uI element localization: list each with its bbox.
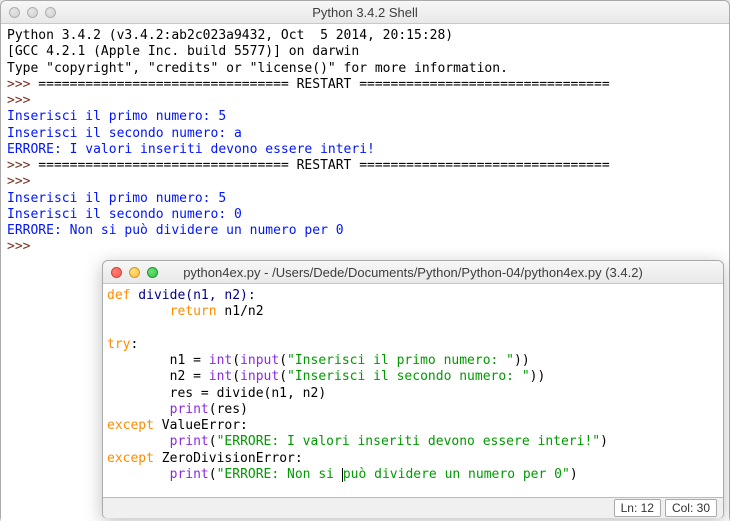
string-literal: può dividere un numero per 0" [343,467,570,482]
close-icon[interactable] [9,7,20,18]
close-parens: )) [514,353,530,368]
open-paren: ( [209,467,217,482]
kw-except: except [107,418,154,433]
shell-prompt: >>> [7,174,30,189]
shell-line: Inserisci il secondo numero: 0 [7,207,242,222]
editor-statusbar: Ln: 12 Col: 30 [103,497,723,518]
shell-prompt-space [30,174,38,189]
shell-prompt: >>> [7,158,30,173]
shell-prompt-space [30,239,38,254]
kw-try: try [107,337,130,352]
editor-traffic-lights [103,267,158,278]
shell-line: Inserisci il primo numero: 5 [7,109,226,124]
open-paren: ( [279,353,287,368]
open-paren: ( [232,369,240,384]
string-literal: "Inserisci il secondo numero: " [287,369,530,384]
n2-lhs: n2 = [107,369,209,384]
close-paren: ) [570,467,578,482]
status-line: Ln: 12 [614,499,661,517]
builtin-int: int [209,353,232,368]
shell-title: Python 3.4.2 Shell [1,5,729,20]
exception-name: ValueError: [154,418,248,433]
open-paren: ( [232,353,240,368]
editor-content[interactable]: def divide(n1, n2): return n1/n2 try: n1… [103,284,723,497]
shell-line: Inserisci il primo numero: 5 [7,191,226,206]
string-literal: "ERRORE: I valori inseriti devono essere… [217,434,601,449]
print-arg: res) [217,402,248,417]
shell-error-line: ERRORE: I valori inseriti devono essere … [7,142,375,157]
zoom-icon[interactable] [147,267,158,278]
close-paren: ) [600,434,608,449]
idle-editor-window: python4ex.py - /Users/Dede/Documents/Pyt… [102,260,724,518]
colon: : [130,337,138,352]
shell-prompt-space [30,93,38,108]
editor-titlebar[interactable]: python4ex.py - /Users/Dede/Documents/Pyt… [103,261,723,284]
shell-version-line: Python 3.4.2 (v3.4.2:ab2c023a9432, Oct 5… [7,28,453,43]
return-expr: n1/n2 [217,304,264,319]
kw-def: def [107,288,130,303]
shell-prompt: >>> [7,93,30,108]
builtin-print: print [170,434,209,449]
minimize-icon[interactable] [27,7,38,18]
open-paren: ( [209,434,217,449]
string-literal: "Inserisci il primo numero: " [287,353,514,368]
builtin-int: int [209,369,232,384]
shell-prompt: >>> [7,77,30,92]
minimize-icon[interactable] [129,267,140,278]
kw-except: except [107,451,154,466]
shell-restart-2: ================================ RESTART… [30,158,609,173]
shell-titlebar[interactable]: Python 3.4.2 Shell [1,1,729,24]
status-col: Col: 30 [665,499,717,517]
shell-help-line: Type "copyright", "credits" or "license(… [7,61,508,76]
close-icon[interactable] [111,267,122,278]
builtin-input: input [240,353,279,368]
shell-traffic-lights [1,7,56,18]
exception-name: ZeroDivisionError: [154,451,303,466]
editor-title: python4ex.py - /Users/Dede/Documents/Pyt… [103,265,723,280]
string-literal: "ERRORE: Non si [217,467,342,482]
builtin-print: print [170,402,209,417]
shell-restart-1: ================================ RESTART… [30,77,609,92]
builtin-input: input [240,369,279,384]
zoom-icon[interactable] [45,7,56,18]
shell-error-line: ERRORE: Non si può dividere un numero pe… [7,223,344,238]
kw-return: return [170,304,217,319]
n1-lhs: n1 = [107,353,209,368]
open-paren: ( [279,369,287,384]
shell-gcc-line: [GCC 4.2.1 (Apple Inc. build 5577)] on d… [7,44,359,59]
builtin-print: print [170,467,209,482]
shell-prompt: >>> [7,239,30,254]
res-line: res = divide(n1, n2) [107,386,326,401]
shell-line: Inserisci il secondo numero: a [7,126,242,141]
close-parens: )) [530,369,546,384]
open-paren: ( [209,402,217,417]
fn-signature: divide(n1, n2): [130,288,255,303]
